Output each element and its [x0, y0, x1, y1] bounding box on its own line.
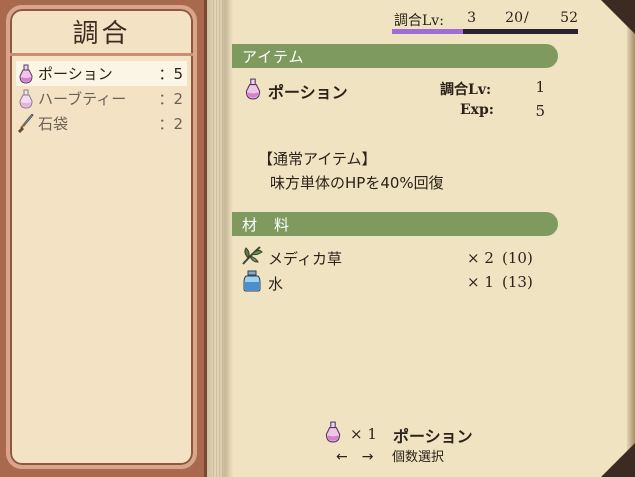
craft-count[interactable]: × 1: [350, 425, 377, 443]
recipe-item-label: ポーション: [38, 65, 113, 83]
item-level-label: 調合Lv:: [440, 82, 492, 98]
material-amount: × 1: [467, 273, 494, 291]
exp-slash: /: [524, 10, 529, 26]
potion-icon: [16, 63, 36, 85]
item-exp-value: 5: [535, 102, 545, 120]
exp-progress-fill: [392, 29, 463, 34]
book-corner-top: [601, 0, 635, 34]
exp-max: 52: [560, 10, 578, 26]
level-label: 調合Lv:: [394, 13, 444, 29]
recipe-item-qty: ：2: [158, 115, 183, 133]
item-description: 味方単体のHPを40%回復: [270, 174, 444, 192]
count-select-hint: 個数選択: [392, 450, 445, 465]
craft-item-name: ポーション: [393, 427, 473, 446]
item-exp-label: Exp:: [460, 102, 494, 118]
recipe-item-herb-tea[interactable]: ハーブティー ：2: [16, 86, 187, 111]
water-jar-icon: [242, 270, 262, 296]
exp-current: 20: [505, 10, 523, 26]
material-owned: (10): [502, 249, 533, 267]
recipe-item-potion[interactable]: ポーション ：5: [16, 61, 187, 86]
material-name: 水: [268, 275, 284, 293]
recipe-item-label: 石袋: [38, 115, 69, 133]
material-name: メディカ草: [268, 250, 342, 268]
level-value: 3: [467, 10, 476, 26]
book-page-stack: [213, 0, 223, 477]
recipe-item-stone-bag[interactable]: 石袋 ：2: [16, 111, 187, 136]
panel-title: 調合: [72, 18, 131, 49]
item-level-value: 1: [535, 78, 545, 96]
count-arrows[interactable]: ← →: [336, 446, 373, 466]
potion-icon: [324, 421, 342, 447]
potion-icon: [244, 78, 262, 104]
recipe-list: ポーション ：5 ハーブティー ：2 石袋 ：2: [16, 61, 187, 136]
alchemy-level-bar: 調合Lv: 3 20 / 52: [392, 10, 578, 34]
materials-section-header: 材 料: [232, 212, 558, 236]
recipe-list-panel: 調合 ポーション ：5 ハーブティー ：2 石袋 ：2: [0, 0, 207, 477]
item-section-header: アイテム: [232, 44, 558, 68]
recipe-item-label: ハーブティー: [38, 90, 127, 108]
material-owned: (13): [502, 273, 533, 291]
item-name: ポーション: [268, 83, 348, 102]
recipe-item-qty: ：2: [158, 90, 183, 108]
exp-progress-track: [392, 29, 578, 34]
recipe-item-qty: ：5: [158, 65, 183, 83]
recipe-list-frame: 調合 ポーション ：5 ハーブティー ：2 石袋 ：2: [6, 5, 197, 469]
recipe-book: [207, 0, 635, 477]
potion-icon: [16, 88, 36, 110]
book-corner-bottom: [601, 443, 635, 477]
herb-icon: [240, 244, 264, 270]
panel-title-box: 調合: [10, 9, 193, 56]
material-amount: × 2: [467, 249, 494, 267]
item-category: 【通常アイテム】: [258, 150, 377, 168]
sword-icon: [16, 113, 36, 135]
book-edge: [627, 0, 635, 477]
